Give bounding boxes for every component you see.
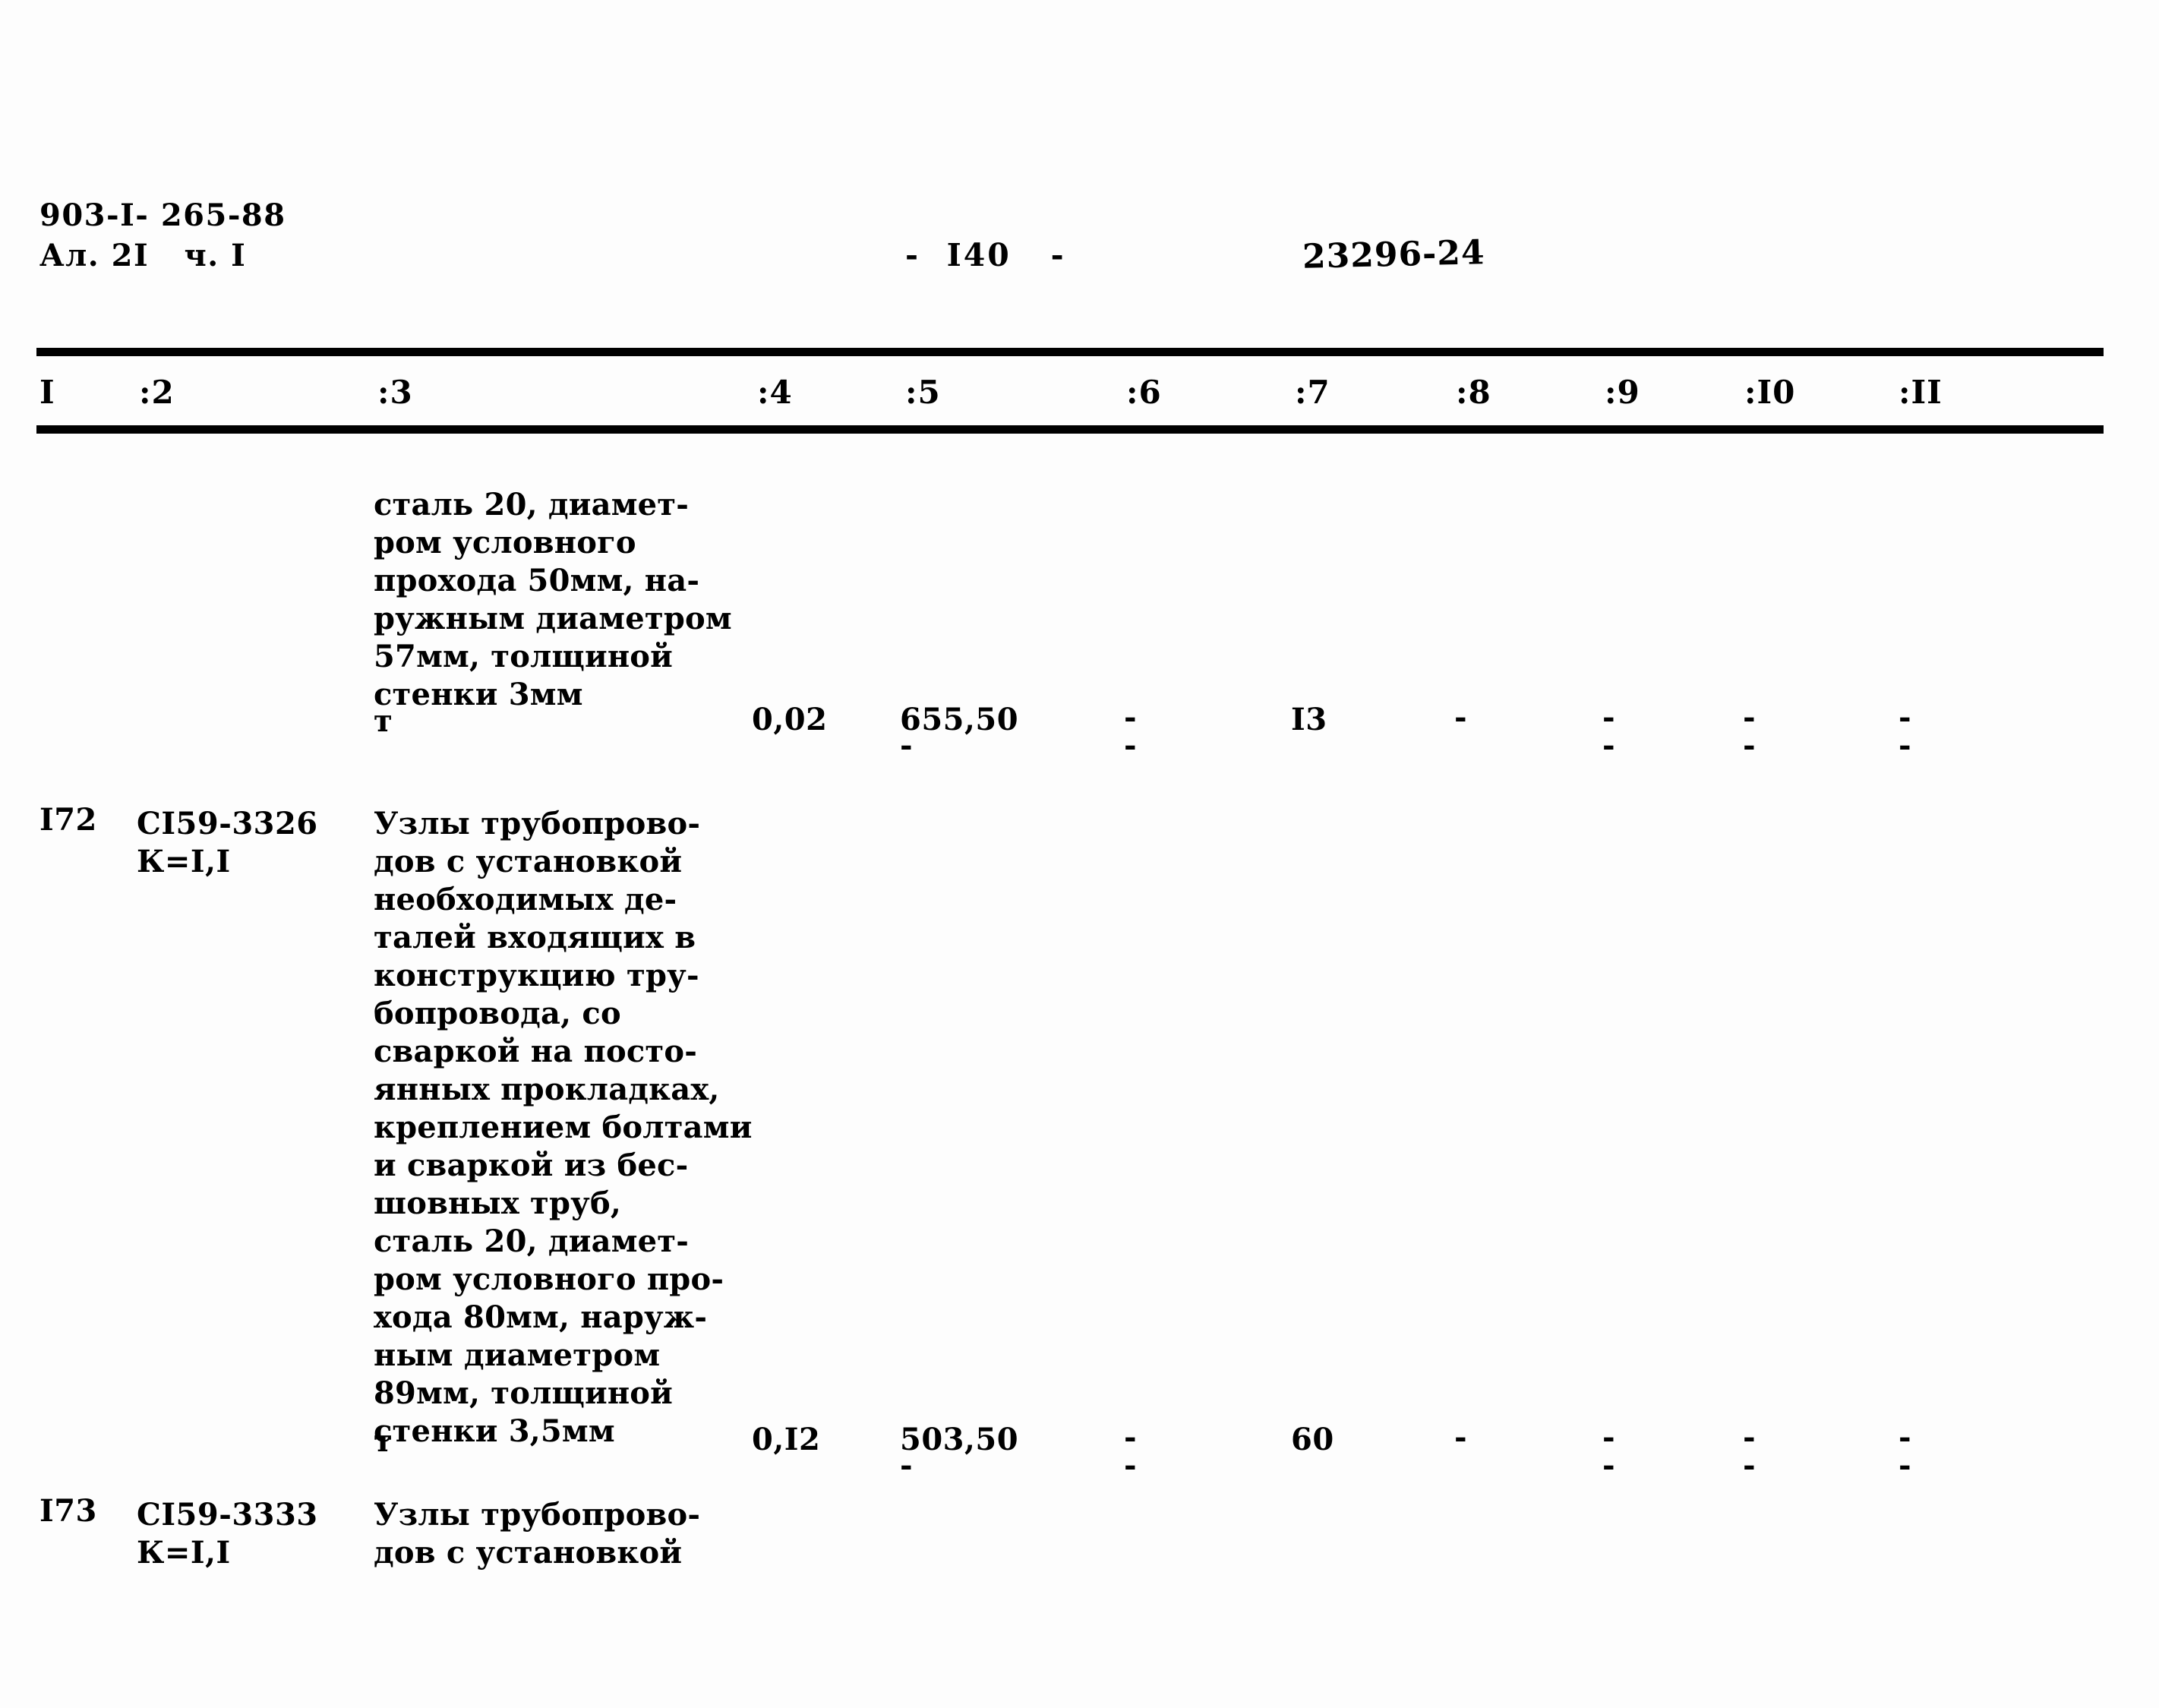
- row-description: сталь 20, диамет- ром условного прохода …: [374, 487, 732, 712]
- ghost-dash-col6: -: [1124, 728, 1137, 763]
- row-value-col7: I3: [1291, 702, 1327, 737]
- row-value-col4: 0,02: [752, 702, 828, 737]
- document-code-line-2: Ал. 2I ч. I: [39, 237, 247, 273]
- ghost-dash-col9: -: [1602, 728, 1615, 763]
- row-unit: т: [374, 703, 393, 739]
- row-description: Узлы трубопрово- дов с установкой: [374, 1497, 701, 1571]
- row-number: I73: [39, 1493, 97, 1529]
- row-code: CI59-3326 К=I,I: [137, 806, 318, 879]
- table-body: сталь 20, диамет- ром условного прохода …: [0, 456, 2159, 1633]
- column-header-4: :4: [757, 374, 793, 411]
- row-value-col5: 655,50: [900, 702, 1019, 737]
- row-description: Узлы трубопрово- дов с установкой необхо…: [374, 806, 753, 1449]
- table-header-bottom-rule: [36, 425, 2104, 434]
- ghost-dash-col5: -: [900, 728, 913, 763]
- row-value-col8: -: [1454, 699, 1468, 735]
- table-row: сталь 20, диамет- ром условного прохода …: [0, 456, 2159, 782]
- column-header-5: :5: [905, 374, 941, 411]
- page-number: - I40 -: [905, 237, 1066, 273]
- row-value-col5: 503,50: [900, 1422, 1019, 1457]
- row-number: I72: [39, 802, 97, 838]
- table-row: I73 CI59-3333 К=I,I Узлы трубопрово- дов…: [0, 1481, 2159, 1633]
- column-header-10: :I0: [1744, 374, 1796, 411]
- ghost-dash-col11: -: [1899, 728, 1911, 763]
- ghost-dash-col10: -: [1743, 728, 1756, 763]
- row-value-col8: -: [1454, 1419, 1468, 1455]
- ghost-dash-col6: -: [1124, 1448, 1137, 1483]
- ghost-dash-col11: -: [1899, 1448, 1911, 1483]
- document-code: 903-I- 265-88 Ал. 2I ч. I: [39, 196, 286, 276]
- stamp-number: 23296-24: [1302, 233, 1486, 276]
- column-header-1: I: [39, 374, 55, 411]
- row-unit: т: [374, 1423, 393, 1459]
- row-value-col4: 0,I2: [752, 1422, 821, 1457]
- table-row: I72 CI59-3326 К=I,I Узлы трубопрово- дов…: [0, 782, 2159, 1484]
- document-code-line-1: 903-I- 265-88: [39, 197, 286, 233]
- ghost-dash-col9: -: [1602, 1448, 1615, 1483]
- column-header-8: :8: [1456, 374, 1491, 411]
- ghost-dash-col10: -: [1743, 1448, 1756, 1483]
- table-top-rule: [36, 348, 2104, 356]
- column-header-2: :2: [139, 374, 175, 411]
- column-header-9: :9: [1605, 374, 1640, 411]
- document-page: 903-I- 265-88 Ал. 2I ч. I - I40 - 23296-…: [0, 0, 2159, 1708]
- row-code: CI59-3333 К=I,I: [137, 1497, 318, 1571]
- column-header-11: :II: [1899, 374, 1943, 411]
- row-value-col7: 60: [1291, 1422, 1334, 1457]
- column-header-7: :7: [1295, 374, 1330, 411]
- ghost-dash-col5: -: [900, 1448, 913, 1483]
- column-header-3: :3: [377, 374, 413, 411]
- column-header-6: :6: [1126, 374, 1162, 411]
